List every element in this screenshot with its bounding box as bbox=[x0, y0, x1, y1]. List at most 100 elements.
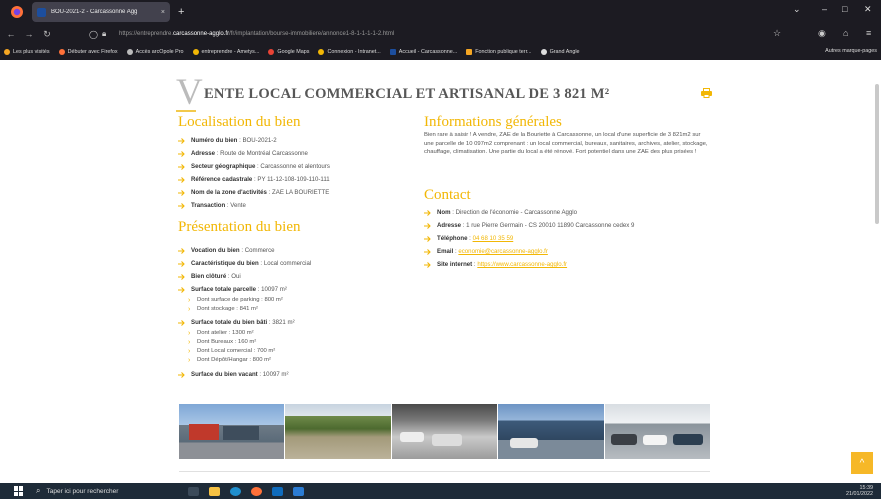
telephone-link[interactable]: 04 68 10 35 59 bbox=[473, 235, 514, 242]
contact-section: Contact Nom : Direction de l'économie - … bbox=[424, 188, 709, 271]
row-value: : ZAE LA BOURIETTE bbox=[266, 189, 330, 196]
bookmark-item[interactable]: Connexion - Intranet... bbox=[318, 49, 381, 55]
bookmark-label: Débuter avec Firefox bbox=[67, 49, 118, 55]
gallery-photo[interactable] bbox=[604, 404, 711, 459]
gallery-photo[interactable] bbox=[498, 404, 604, 459]
menu-icon[interactable]: ≡ bbox=[866, 28, 871, 38]
row-label: Téléphone bbox=[437, 235, 468, 242]
row-label: Surface totale du bien bâti bbox=[191, 319, 268, 326]
extensions-icon[interactable]: ⌂ bbox=[843, 28, 848, 38]
bookmark-item[interactable]: entreprendre - Ametys... bbox=[192, 49, 259, 55]
row-value: : 10097 m² bbox=[257, 371, 289, 378]
task-view-icon[interactable] bbox=[188, 486, 199, 496]
pocket-icon[interactable]: ◉ bbox=[818, 28, 826, 39]
browser-chrome: BOU-2021-2 - Carcassonne Agg × + ⌄ – □ ✕… bbox=[0, 0, 881, 60]
page-title: ENTE LOCAL COMMERCIAL ET ARTISANAL DE 3 … bbox=[204, 86, 610, 102]
forward-icon[interactable]: → bbox=[22, 29, 36, 39]
sub-item: › Dont Bureaux : 160 m² bbox=[178, 338, 418, 347]
sub-item-text: Dont stockage : 841 m² bbox=[197, 306, 258, 312]
row-label: Nom de la zone d'activités bbox=[191, 189, 267, 196]
arrow-bullet-icon bbox=[424, 223, 431, 229]
gallery-photo[interactable] bbox=[285, 404, 391, 459]
windows-icon[interactable] bbox=[14, 486, 24, 496]
lock-icon[interactable]: 🔒︎ bbox=[102, 29, 106, 39]
other-bookmarks[interactable]: Autres marque-pages bbox=[825, 48, 877, 54]
taskbar-search-placeholder: Taper ici pour rechercher bbox=[46, 487, 119, 495]
website-link[interactable]: https://www.carcassonne-agglo.fr bbox=[477, 261, 567, 268]
row-value: : Local commercial bbox=[258, 260, 312, 267]
tab-active[interactable]: BOU-2021-2 - Carcassonne Agg × bbox=[32, 2, 170, 22]
bookmark-item[interactable]: Grand Angle bbox=[540, 49, 580, 55]
bookmark-item[interactable]: Accès arcOpole Pro bbox=[126, 49, 184, 55]
arrow-bullet-icon bbox=[178, 372, 185, 378]
tab-close-icon[interactable]: × bbox=[161, 9, 165, 16]
firefox-icon[interactable] bbox=[8, 3, 26, 21]
informations-heading: Informations générales bbox=[424, 114, 562, 130]
contact-heading: Contact bbox=[424, 187, 471, 203]
arrow-bullet-icon bbox=[178, 151, 185, 157]
row-value: : 10097 m² bbox=[256, 286, 287, 293]
gallery-photo[interactable] bbox=[179, 404, 285, 459]
page-scrollbar[interactable] bbox=[875, 84, 879, 224]
sub-item-text: Dont atelier : 1300 m² bbox=[197, 330, 254, 336]
email-link[interactable]: economie@carcassonne-agglo.fr bbox=[458, 248, 548, 255]
row-value: : Direction de l'économie - Carcassonne … bbox=[450, 209, 578, 216]
url-host: carcassonne-agglo.fr bbox=[173, 31, 230, 37]
arrow-bullet-icon bbox=[178, 177, 185, 183]
minimize-icon[interactable]: – bbox=[822, 4, 827, 14]
row-label: Secteur géographique bbox=[191, 163, 256, 170]
bookmark-item[interactable]: Fonction publique terr... bbox=[466, 49, 532, 55]
arrow-bullet-icon bbox=[178, 164, 185, 170]
bookmark-item[interactable]: Google Maps bbox=[268, 49, 309, 55]
taskbar-search[interactable]: ⌕ Taper ici pour rechercher bbox=[36, 486, 148, 496]
contact-email-row: Email : economie@carcassonne-agglo.fr bbox=[424, 245, 709, 258]
parcelle-row: Surface totale parcelle : 10097 m² bbox=[178, 283, 418, 296]
bookmark-label: Les plus visités bbox=[13, 49, 50, 55]
bookmark-label: Grand Angle bbox=[549, 49, 580, 55]
new-tab-button[interactable]: + bbox=[178, 6, 184, 18]
row-value: : Commerce bbox=[239, 247, 275, 254]
chevron-icon: › bbox=[188, 357, 191, 364]
web-page: V ENTE LOCAL COMMERCIAL ET ARTISANAL DE … bbox=[0, 60, 881, 483]
close-window-icon[interactable]: ✕ bbox=[864, 4, 872, 15]
edge-icon[interactable] bbox=[230, 486, 241, 496]
gallery-photo[interactable] bbox=[391, 404, 498, 459]
bookmarks-bar: Les plus visités Débuter avec Firefox Ac… bbox=[0, 44, 881, 60]
print-icon[interactable] bbox=[701, 88, 712, 98]
firefox-taskbar-icon[interactable] bbox=[251, 486, 262, 496]
tab-bar: BOU-2021-2 - Carcassonne Agg × + ⌄ – □ ✕ bbox=[0, 0, 881, 24]
bookmark-item[interactable]: Accueil - Carcassonne... bbox=[389, 49, 458, 55]
informations-text: Bien rare à saisir ! A vendre, ZAE de la… bbox=[424, 132, 708, 156]
arrow-bullet-icon bbox=[178, 261, 185, 267]
scroll-to-top-button[interactable]: ^ bbox=[851, 452, 873, 474]
file-explorer-icon[interactable] bbox=[209, 486, 220, 496]
contact-telephone-row: Téléphone : 04 68 10 35 59 bbox=[424, 232, 709, 245]
shield-icon[interactable]: ◯ bbox=[89, 30, 98, 39]
row-label: Caractéristique du bien bbox=[191, 260, 259, 267]
bookmark-item[interactable]: Débuter avec Firefox bbox=[58, 49, 118, 55]
url-prefix: https://entreprendre. bbox=[119, 31, 174, 37]
presentation-heading: Présentation du bien bbox=[178, 219, 301, 235]
sub-item-text: Dont Dépôt/Hangar : 800 m² bbox=[197, 357, 271, 363]
tab-list-icon[interactable]: ⌄ bbox=[793, 4, 801, 15]
row-label: Référence cadastrale bbox=[191, 176, 253, 183]
row-value: : 3821 m² bbox=[267, 319, 295, 326]
sub-item: › Dont surface de parking : 800 m² bbox=[178, 296, 418, 305]
row-value: : Vente bbox=[225, 202, 246, 209]
app-icon[interactable] bbox=[293, 486, 304, 496]
outlook-icon[interactable] bbox=[272, 486, 283, 496]
reload-icon[interactable]: ↻ bbox=[40, 29, 54, 40]
star-icon[interactable]: ☆ bbox=[773, 28, 781, 39]
bookmark-label: Accueil - Carcassonne... bbox=[398, 49, 458, 55]
arrow-bullet-icon bbox=[424, 210, 431, 216]
arrow-bullet-icon bbox=[178, 320, 185, 326]
page-header: V ENTE LOCAL COMMERCIAL ET ARTISANAL DE … bbox=[176, 74, 716, 112]
maximize-icon[interactable]: □ bbox=[842, 4, 847, 14]
photo-gallery bbox=[179, 404, 711, 459]
windows-taskbar: ⌕ Taper ici pour rechercher 15:39 21/01/… bbox=[0, 483, 881, 499]
bookmark-item[interactable]: Les plus visités bbox=[4, 49, 50, 55]
back-icon[interactable]: ← bbox=[4, 29, 18, 39]
system-tray-clock[interactable]: 15:39 21/01/2022 bbox=[846, 485, 873, 497]
presentation-section: Présentation du bien Vocation du bien : … bbox=[178, 220, 418, 381]
url-bar[interactable]: ◯ 🔒︎ https://entreprendre.carcassonne-ag… bbox=[89, 27, 779, 41]
